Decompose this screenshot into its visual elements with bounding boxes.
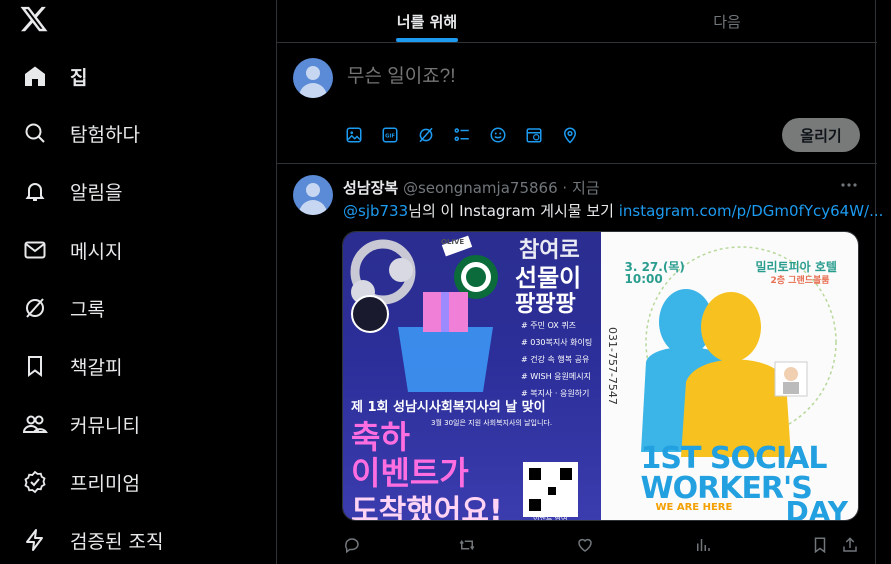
tweet[interactable]: 성남장복 @seongnamja75866 · 지금 @sjb733님의 이 I… [277, 165, 883, 564]
location-icon[interactable] [560, 125, 580, 145]
tweet-author-name[interactable]: 성남장복 [343, 179, 398, 197]
retweet-icon[interactable] [457, 535, 477, 555]
x-logo-icon[interactable] [19, 4, 49, 34]
mail-icon [22, 237, 48, 263]
tab-label: 다음 [713, 12, 741, 31]
poster-bottom-3: DAY [785, 495, 849, 521]
sidebar-item-home[interactable]: 집 [10, 53, 99, 99]
sidebar-item-label: 집 [70, 66, 88, 89]
sidebar-item-verified-orgs[interactable]: 검증된 조직 [10, 517, 175, 563]
reply-icon[interactable] [342, 535, 362, 555]
bookmark-icon[interactable] [810, 535, 830, 555]
sidebar: 집 탐험하다 알림을 메시지 그록 책갈피 커뮤니티 프리미엄 검증된 조직 [0, 0, 276, 564]
sidebar-item-label: 커뮤니티 [70, 414, 140, 437]
sidebar-item-explore[interactable]: 탐험하다 [10, 110, 152, 156]
tweet-text: @sjb733님의 이 Instagram 게시물 보기 instagram.c… [343, 200, 883, 221]
poster-hashtags: # 주민 OX 퀴즈 # 030복지사 화이팅 # 건강 속 행복 공유 # W… [521, 321, 593, 398]
image-icon[interactable] [344, 125, 364, 145]
sidebar-item-bookmarks[interactable]: 책갈피 [10, 343, 134, 389]
sidebar-item-label: 메시지 [70, 240, 123, 263]
sidebar-item-label: 프리미엄 [70, 472, 140, 495]
poster-big-3: 도착했어요! [351, 494, 503, 521]
schedule-icon[interactable] [524, 125, 544, 145]
post-composer: GIF 올리기 [277, 43, 877, 164]
tweet-media[interactable]: 참여로 선물이 팡팡팡 # 주민 OX 퀴즈 # 030복지사 화이팅 # 건강… [342, 231, 859, 521]
emoji-icon[interactable] [488, 125, 508, 145]
avatar[interactable] [293, 58, 333, 98]
tweet-separator: · [562, 179, 568, 197]
sidebar-item-grok[interactable]: 그록 [10, 285, 117, 331]
poll-icon[interactable] [452, 125, 472, 145]
bell-icon [22, 178, 48, 204]
tab-for-you[interactable]: 너를 위해 [277, 0, 577, 42]
sidebar-item-label: 알림을 [70, 181, 123, 204]
share-icon[interactable] [840, 535, 860, 555]
home-icon [22, 63, 48, 89]
app: 집 탐험하다 알림을 메시지 그록 책갈피 커뮤니티 프리미엄 검증된 조직 너… [0, 0, 891, 564]
compose-input[interactable] [345, 65, 825, 89]
sidebar-item-label: 그록 [70, 298, 105, 321]
sidebar-item-label: 검증된 조직 [70, 530, 164, 553]
people-icon [22, 411, 48, 437]
search-icon [22, 120, 48, 146]
bookmark-icon [22, 353, 48, 379]
tab-label: 너를 위해 [396, 12, 458, 31]
sidebar-item-label: 탐험하다 [70, 123, 140, 146]
tab-following[interactable]: 다음 [577, 0, 877, 42]
poster-qr-caption: 이벤트 참여 [533, 514, 568, 521]
poster-hall: 2층 그랜드볼룸 [770, 276, 830, 286]
timeline-tabs: 너를 위해 다음 [277, 0, 877, 43]
poster-phone: 031-757-7547 [605, 327, 619, 405]
tweet-actions [342, 535, 862, 555]
poster-right-image: 3. 27.(목) 10:00 밀리토피아 호텔 2층 그랜드볼룸 031-75… [600, 232, 858, 521]
sidebar-item-label: 책갈피 [70, 356, 123, 379]
avatar[interactable] [293, 175, 333, 215]
poster-badge: OLIVE [441, 238, 465, 246]
post-button[interactable]: 올리기 [782, 118, 860, 152]
sidebar-item-messages[interactable]: 메시지 [10, 227, 134, 273]
verified-icon [22, 469, 48, 495]
more-icon[interactable] [839, 177, 859, 193]
tweet-mention[interactable]: @sjb733 [343, 202, 408, 220]
tweet-body: 님의 이 Instagram 게시물 보기 [408, 202, 614, 220]
tweet-link[interactable]: instagram.com/p/DGm0fYcy64W/... [619, 202, 884, 220]
poster-time: 10:00 [624, 272, 663, 286]
sidebar-item-notifications[interactable]: 알림을 [10, 168, 134, 214]
poster-headline-3: 팡팡팡 [515, 292, 576, 317]
sidebar-item-premium[interactable]: 프리미엄 [10, 459, 152, 505]
lightning-icon [22, 527, 48, 553]
poster-desc: 3월 30일은 지원 사회복지사의 날입니다. [431, 419, 553, 427]
poster-left-image: 참여로 선물이 팡팡팡 # 주민 OX 퀴즈 # 030복지사 화이팅 # 건강… [343, 232, 601, 521]
poster-tagline: WE ARE HERE [655, 502, 733, 513]
tweet-time[interactable]: 지금 [572, 179, 600, 197]
main-timeline: 너를 위해 다음 GIF [276, 0, 883, 564]
svg-text:GIF: GIF [385, 134, 395, 140]
tweet-header: 성남장복 @seongnamja75866 · 지금 [343, 177, 600, 198]
grok-icon[interactable] [416, 125, 436, 145]
views-icon[interactable] [693, 535, 713, 555]
gif-icon[interactable]: GIF [380, 125, 400, 145]
like-icon[interactable] [575, 535, 595, 555]
sidebar-item-communities[interactable]: 커뮤니티 [10, 401, 152, 447]
tweet-handle[interactable]: @seongnamja75866 [403, 179, 558, 197]
grok-icon [22, 295, 48, 321]
tab-active-indicator [396, 38, 458, 42]
